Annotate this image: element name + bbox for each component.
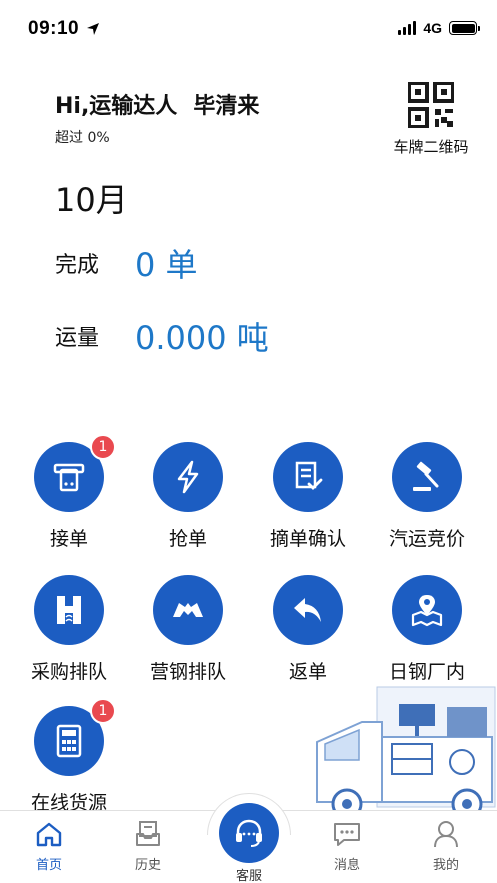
grid-item-pick-confirm[interactable]: 摘单确认 (248, 442, 368, 551)
grid-item-return-order[interactable]: 返单 (248, 575, 368, 684)
rank-percent: 超过 0% (55, 130, 110, 146)
grid-label: 抢单 (168, 528, 207, 550)
pick-confirm-circle (273, 442, 343, 512)
grid-label: 营钢排队 (149, 661, 226, 683)
user-name: 毕清来 (193, 94, 260, 119)
return-order-circle (273, 575, 343, 645)
customer-service-circle (219, 803, 279, 863)
accept-order-circle: 1 (34, 434, 116, 512)
tab-messages[interactable]: 消息 (307, 811, 387, 873)
tab-customer-service[interactable]: 客服 (207, 803, 291, 883)
grid-item-online-cargo[interactable]: 1 在线货源 (9, 698, 129, 815)
tab-history[interactable]: 历史 (108, 811, 188, 873)
grid-item-rigang-factory[interactable]: 日钢厂内 (367, 575, 487, 684)
tab-messages-label: 消息 (333, 858, 360, 873)
grid-item-purchase-queue[interactable]: 采购排队 (9, 575, 129, 684)
return-arrow-icon (294, 598, 321, 622)
grab-order-circle (153, 442, 223, 512)
message-icon (334, 823, 360, 846)
headset-icon (236, 819, 262, 847)
grid-label: 采购排队 (30, 661, 107, 683)
volume-label: 运量 (55, 326, 100, 351)
auction-gavel-icon (413, 461, 439, 491)
qr-code-icon (408, 82, 454, 128)
completed-value: 0 单 (135, 246, 198, 284)
month-title: 10月 (55, 181, 128, 219)
receipt-printer-icon (53, 463, 85, 492)
history-icon (136, 821, 160, 846)
grid-label: 返单 (288, 661, 327, 683)
grid-label: 接单 (49, 528, 88, 550)
stat-completed: 完成 0 单 (55, 240, 198, 286)
tab-mine-label: 我的 (432, 858, 459, 873)
grid-item-bidding[interactable]: 汽运竞价 (367, 442, 487, 551)
lightning-icon (177, 460, 199, 494)
yinggang-queue-circle (153, 575, 223, 645)
grid-label: 汽运竞价 (388, 528, 465, 550)
battery-icon (449, 21, 480, 35)
tab-history-label: 历史 (134, 858, 161, 873)
tab-home[interactable]: 首页 (9, 811, 89, 873)
document-check-icon (295, 461, 323, 490)
home-icon (36, 822, 62, 847)
user-icon (434, 821, 458, 848)
qr-label: 车牌二维码 (393, 138, 469, 156)
grid-item-accept-order[interactable]: 1 接单 (9, 434, 129, 551)
tab-home-label: 首页 (35, 858, 62, 873)
grid-item-grab-order[interactable]: 抢单 (128, 442, 248, 551)
grid-item-yinggang-queue[interactable]: 营钢排队 (128, 575, 248, 684)
calculator-icon (56, 724, 82, 758)
plate-qr-button[interactable]: 车牌二维码 (386, 82, 476, 157)
greeting: Hi,运输达人 毕清来 (55, 88, 259, 120)
purchase-queue-circle (34, 575, 104, 645)
greeting-text: Hi,运输达人 (55, 94, 178, 119)
volume-value: 0.000 吨 (135, 319, 269, 357)
rigang-factory-circle (392, 575, 462, 645)
location-arrow-icon (87, 23, 99, 35)
status-time: 09:10 (28, 18, 80, 39)
status-bar: 09:10 4G (0, 0, 497, 60)
status-indicators: 4G (398, 20, 480, 36)
letter-h-icon (57, 596, 81, 624)
handshake-icon (173, 603, 203, 617)
network-type: 4G (423, 20, 442, 36)
bottom-tab-bar: 首页 历史 客服 消息 我的 (0, 793, 497, 883)
completed-label: 完成 (55, 253, 100, 278)
stat-volume: 运量 0.000 吨 (55, 313, 269, 359)
bidding-circle (392, 442, 462, 512)
online-cargo-circle: 1 (34, 698, 116, 776)
tab-service-label: 客服 (235, 869, 262, 883)
online-cargo-badge: 1 (90, 698, 116, 724)
accept-order-badge: 1 (90, 434, 116, 460)
signal-icon (398, 21, 417, 35)
grid-label: 日钢厂内 (388, 661, 465, 683)
tab-mine[interactable]: 我的 (406, 811, 486, 873)
grid-label: 摘单确认 (269, 528, 346, 550)
map-pin-icon (411, 595, 443, 627)
